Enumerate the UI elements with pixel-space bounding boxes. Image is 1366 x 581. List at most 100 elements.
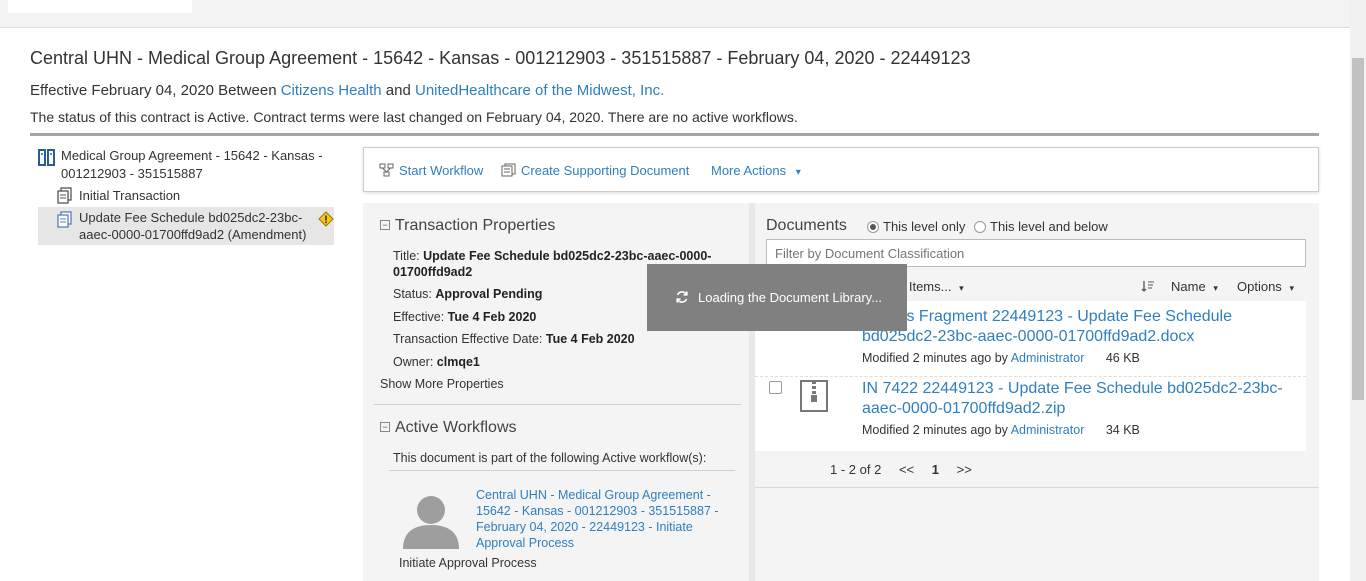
next-page-button[interactable]: >> (957, 462, 972, 477)
refresh-spinner-icon (676, 291, 688, 303)
documents-heading: Documents (766, 217, 847, 234)
prop-status: Status: Approval Pending (393, 286, 542, 302)
page-scrollbar[interactable] (1350, 0, 1366, 581)
workflow-divider (389, 470, 735, 471)
transaction-properties-panel: − Transaction Properties Title: Update Fe… (363, 203, 749, 581)
radio-unselected-icon[interactable] (974, 221, 986, 233)
start-workflow-button[interactable]: Start Workflow (379, 163, 483, 178)
document-author-link[interactable]: Administrator (1011, 423, 1085, 437)
documents-panel: Documents This level only This level and… (755, 203, 1319, 581)
prop-effective: Effective: Tue 4 Feb 2020 (393, 309, 536, 325)
pagination-range: 1 - 2 of 2 (830, 462, 882, 477)
page-title: Central UHN - Medical Group Agreement - … (30, 48, 971, 68)
current-page[interactable]: 1 (932, 462, 939, 477)
document-checkbox[interactable] (769, 381, 782, 394)
chevron-down-icon: ▾ (1213, 283, 1218, 293)
document-name-link[interactable]: IN 7422 22449123 - Update Fee Schedule b… (862, 379, 1302, 419)
transaction-icon (57, 187, 72, 204)
more-actions-menu[interactable]: More Actions ▾ (711, 163, 801, 178)
tree-item-label: Update Fee Schedule bd025dc2-23bc-aaec-0… (79, 210, 307, 242)
chevron-down-icon: ▾ (959, 283, 964, 293)
amendment-icon (57, 211, 72, 228)
prop-status-label: Status: (393, 287, 432, 301)
sort-icon (1141, 281, 1154, 292)
user-avatar-icon (403, 496, 459, 549)
document-meta: Modified 2 minutes ago by Administrator … (862, 423, 1140, 437)
radio-selected-icon[interactable] (867, 221, 879, 233)
prop-transaction-effective-date: Transaction Effective Date: Tue 4 Feb 20… (393, 331, 635, 347)
party1-link[interactable]: Citizens Health (281, 82, 382, 99)
effective-line: Effective February 04, 2020 Between Citi… (30, 82, 664, 99)
active-workflows-heading: Active Workflows (395, 419, 517, 436)
create-supporting-document-label: Create Supporting Document (521, 163, 690, 178)
create-supporting-document-button[interactable]: Create Supporting Document (501, 163, 689, 178)
pagination: 1 - 2 of 2 << 1 >> (830, 462, 986, 477)
scrollbar-thumb[interactable] (1352, 58, 1364, 400)
tree-item-label: Initial Transaction (79, 188, 181, 203)
document-modified: Modified 2 minutes ago by (862, 351, 1008, 365)
contract-status-text: The status of this contract is Active. C… (30, 109, 798, 125)
document-row[interactable]: IN 7422 22449123 - Update Fee Schedule b… (755, 377, 1306, 451)
document-name-link[interactable]: dments Fragment 22449123 - Update Fee Sc… (862, 307, 1302, 347)
contract-tree: Medical Group Agreement - 15642 - Kansas… (38, 147, 334, 245)
prop-ted-value: Tue 4 Feb 2020 (545, 332, 635, 346)
and-text: and (385, 82, 411, 99)
radio-this-level-and-below[interactable]: This level and below (974, 219, 1108, 234)
top-tab[interactable] (8, 0, 192, 13)
tree-item-update-fee-schedule[interactable]: Update Fee Schedule bd025dc2-23bc-aaec-0… (38, 207, 334, 245)
collapse-icon[interactable]: − (380, 422, 390, 432)
radio-this-level-only[interactable]: This level only (867, 219, 965, 234)
active-workflows-header[interactable]: − Active Workflows (380, 419, 517, 437)
workflow-icon (379, 163, 394, 177)
tree-root-label: Medical Group Agreement - 15642 - Kansas… (61, 148, 323, 181)
warning-icon (318, 211, 334, 227)
prop-effective-label: Effective: (393, 310, 445, 324)
workflow-step: Initiate Approval Process (399, 556, 537, 570)
loading-text: Loading the Document Library... (698, 290, 883, 305)
options-menu[interactable]: Options ▾ (1237, 279, 1294, 294)
section-divider (374, 404, 741, 405)
chevron-down-icon: ▾ (1289, 283, 1294, 293)
top-bar (0, 0, 1350, 28)
options-label: Options (1237, 279, 1282, 294)
create-document-icon (501, 163, 516, 177)
collapse-icon[interactable]: − (380, 220, 390, 230)
document-size: 34 KB (1105, 423, 1140, 437)
previous-page-button[interactable]: << (899, 462, 914, 477)
prop-owner: Owner: clmqe1 (393, 354, 480, 370)
prop-status-value: Approval Pending (435, 287, 543, 301)
document-size: 46 KB (1105, 351, 1140, 365)
prop-ted-label: Transaction Effective Date: (393, 332, 543, 346)
radio-label: This level only (883, 219, 966, 234)
action-bar: Start Workflow Create Supporting Documen… (363, 147, 1319, 192)
prop-effective-value: Tue 4 Feb 2020 (447, 310, 537, 324)
tree-root-item[interactable]: Medical Group Agreement - 15642 - Kansas… (38, 147, 334, 183)
sort-by-label: Name (1171, 279, 1206, 294)
show-more-properties-link[interactable]: Show More Properties (380, 376, 504, 392)
more-actions-label: More Actions (711, 163, 787, 178)
prop-owner-value: clmqe1 (436, 355, 480, 369)
selected-items-menu[interactable]: d Items... ▾ (898, 279, 964, 294)
document-author-link[interactable]: Administrator (1011, 351, 1085, 365)
agreement-icon (38, 149, 55, 166)
workflows-intro: This document is part of the following A… (393, 451, 707, 465)
chevron-down-icon: ▾ (795, 167, 801, 178)
start-workflow-label: Start Workflow (399, 163, 484, 178)
transaction-properties-header[interactable]: − Transaction Properties (380, 217, 555, 235)
active-workflow-link[interactable]: Central UHN - Medical Group Agreement - … (476, 487, 738, 551)
document-meta: Modified 2 minutes ago by Administrator … (862, 351, 1140, 365)
tree-item-initial-transaction[interactable]: Initial Transaction (38, 187, 334, 204)
prop-owner-label: Owner: (393, 355, 434, 369)
prop-title-label: Title: (393, 249, 420, 263)
radio-label: This level and below (990, 219, 1108, 234)
effective-prefix: Effective February 04, 2020 Between (30, 82, 277, 99)
sort-direction-button[interactable] (1141, 279, 1155, 294)
party2-link[interactable]: UnitedHealthcare of the Midwest, Inc. (415, 82, 664, 99)
transaction-properties-heading: Transaction Properties (395, 217, 556, 234)
header-divider (30, 133, 1319, 136)
document-classification-filter[interactable] (766, 239, 1306, 267)
sort-by-menu[interactable]: Name ▾ (1171, 279, 1218, 294)
documents-bottom-divider (755, 487, 1319, 488)
zip-file-icon (800, 380, 828, 412)
document-modified: Modified 2 minutes ago by (862, 423, 1008, 437)
